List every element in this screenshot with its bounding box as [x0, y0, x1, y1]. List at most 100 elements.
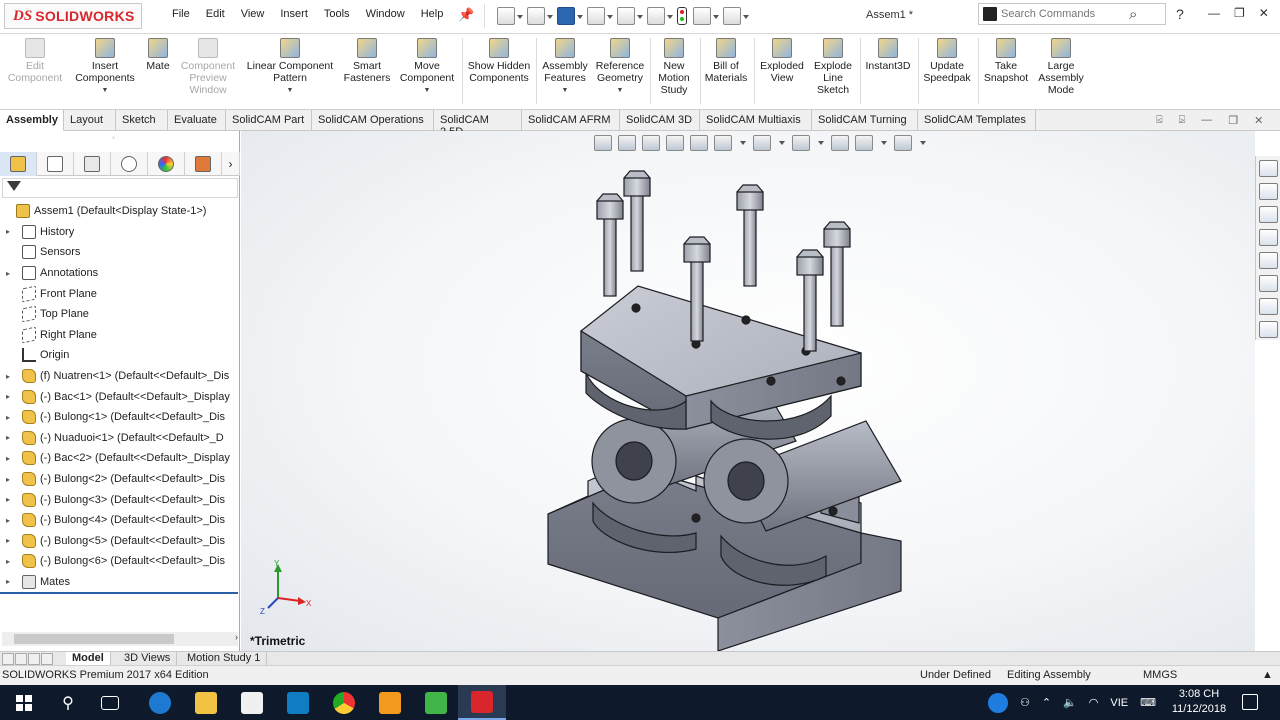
- expand-arrow-icon[interactable]: ▸: [6, 433, 16, 442]
- chevron-down-icon[interactable]: ▼: [424, 85, 431, 97]
- section-view-icon[interactable]: [666, 135, 684, 151]
- tree-item[interactable]: ▸ (-) Bulong<2> (Default<<Default>_Dis: [0, 469, 238, 490]
- save-icon[interactable]: [557, 7, 583, 25]
- menu-tools[interactable]: Tools: [316, 8, 358, 20]
- app-taskbar-button[interactable]: [274, 685, 322, 720]
- menu-window[interactable]: Window: [358, 8, 413, 20]
- component-preview-window-button[interactable]: Component Preview Window: [176, 38, 240, 96]
- linear-component-pattern-button[interactable]: Linear Component Pattern ▼: [244, 38, 336, 97]
- input-language[interactable]: VIE: [1110, 697, 1128, 709]
- pin-icon[interactable]: 📌: [458, 7, 474, 23]
- tab-dimxpertmanager[interactable]: [111, 152, 148, 176]
- store-taskbar-button[interactable]: [228, 685, 276, 720]
- menu-file[interactable]: File: [164, 8, 198, 20]
- tab-solidcam-3d[interactable]: SolidCAM 3D: [620, 110, 700, 131]
- expand-arrow-icon[interactable]: ▸: [6, 536, 16, 545]
- scroll-thumb[interactable]: [14, 634, 174, 644]
- menu-insert[interactable]: Insert: [272, 8, 316, 20]
- mate-button[interactable]: Mate: [142, 38, 174, 72]
- view-palette-icon[interactable]: [1259, 229, 1278, 246]
- tree-filter[interactable]: [2, 178, 238, 198]
- take-snapshot-button[interactable]: Take Snapshot: [980, 38, 1032, 84]
- tree-item[interactable]: ▸ (f) Nuatren<1> (Default<<Default>_Dis: [0, 366, 238, 387]
- custom-properties-icon[interactable]: [1259, 275, 1278, 292]
- expand-arrow-icon[interactable]: ▸: [6, 392, 16, 401]
- file-properties-icon[interactable]: [693, 7, 719, 25]
- edge-taskbar-button[interactable]: [136, 685, 184, 720]
- tree-item[interactable]: ▸ (-) Nuaduoi<1> (Default<<Default>_D: [0, 428, 238, 449]
- close-doc-icon[interactable]: ✕: [1254, 114, 1263, 127]
- tab-sketch[interactable]: Sketch: [116, 110, 168, 131]
- network-icon[interactable]: ◠: [1089, 696, 1099, 709]
- print-icon[interactable]: [587, 7, 613, 25]
- minimize-doc-icon[interactable]: —: [1201, 114, 1212, 127]
- tab-solidcam[interactable]: [185, 152, 222, 176]
- expand-arrow-icon[interactable]: ▸: [6, 227, 16, 236]
- zoom-to-area-icon[interactable]: [618, 135, 636, 151]
- tree-item[interactable]: ▸ (-) Bulong<5> (Default<<Default>_Dis: [0, 531, 238, 552]
- taskbar-search-button[interactable]: ⚲: [44, 685, 92, 720]
- open-icon[interactable]: [527, 7, 553, 25]
- previous-view-icon[interactable]: [642, 135, 660, 151]
- reference-geometry-button[interactable]: Reference Geometry ▼: [592, 38, 648, 97]
- tab-layout[interactable]: Layout: [64, 110, 116, 131]
- smart-fasteners-button[interactable]: Smart Fasteners: [340, 38, 394, 84]
- menu-view[interactable]: View: [233, 8, 273, 20]
- instant3d-button[interactable]: Instant3D: [862, 38, 914, 72]
- design-library-icon[interactable]: [1259, 183, 1278, 200]
- tab-propertymanager[interactable]: [37, 152, 74, 176]
- task-view-button[interactable]: [86, 685, 134, 720]
- tab-displaymanager[interactable]: [148, 152, 185, 176]
- tab-model[interactable]: Model: [66, 652, 111, 666]
- insert-components-button[interactable]: Insert Components ▼: [72, 38, 138, 97]
- options-gear-icon[interactable]: [723, 7, 749, 25]
- forum-icon[interactable]: [1259, 321, 1278, 338]
- upper-block[interactable]: [580, 285, 862, 440]
- expand-arrow-icon[interactable]: ▸: [6, 475, 16, 484]
- minimize-button[interactable]: —: [1208, 6, 1220, 20]
- zoom-to-fit-icon[interactable]: [594, 135, 612, 151]
- tree-item[interactable]: Assem1 (Default<Display State-1>): [0, 201, 238, 222]
- explode-line-sketch-button[interactable]: Explode Line Sketch: [810, 38, 856, 96]
- tab-solidcam-templates[interactable]: SolidCAM Templates: [918, 110, 1036, 131]
- solidworks-logo[interactable]: DS SOLIDWORKS: [4, 3, 142, 29]
- tab-assembly[interactable]: Assembly: [0, 110, 64, 131]
- chevron-down-icon[interactable]: [777, 135, 786, 151]
- help-icon[interactable]: ?: [1176, 6, 1184, 22]
- select-cursor-icon[interactable]: [647, 7, 673, 25]
- menu-help[interactable]: Help: [413, 8, 452, 20]
- display-style-icon[interactable]: [753, 135, 771, 151]
- tree-item[interactable]: ▸ (-) Bac<2> (Default<<Default>_Display: [0, 448, 238, 469]
- home-icon[interactable]: [1259, 160, 1278, 177]
- scroll-right-arrow-icon[interactable]: ›: [235, 632, 238, 642]
- chevron-down-icon[interactable]: ▼: [562, 85, 569, 97]
- dynamic-annotation-icon[interactable]: [690, 135, 708, 151]
- keyboard-icon[interactable]: ⌨: [1140, 696, 1156, 709]
- undo-icon[interactable]: [617, 7, 643, 25]
- chevron-down-icon[interactable]: ▼: [102, 85, 109, 97]
- close-button[interactable]: ✕: [1259, 6, 1269, 20]
- update-speedpak-button[interactable]: Update Speedpak: [920, 38, 974, 84]
- appearances-icon[interactable]: [1259, 252, 1278, 269]
- menu-edit[interactable]: Edit: [198, 8, 233, 20]
- chevron-down-icon[interactable]: [918, 135, 927, 151]
- tree-item[interactable]: ▸ (-) Bulong<6> (Default<<Default>_Dis: [0, 551, 238, 572]
- first-tab-icon[interactable]: [2, 653, 14, 665]
- start-button[interactable]: [0, 685, 48, 720]
- status-expand-icon[interactable]: ▲: [1262, 669, 1273, 681]
- chrome-taskbar-button[interactable]: [320, 685, 368, 720]
- last-tab-icon[interactable]: [41, 653, 53, 665]
- chevron-down-icon[interactable]: [738, 135, 747, 151]
- tree-item[interactable]: ▸ (-) Bac<1> (Default<<Default>_Display: [0, 386, 238, 407]
- file-explorer-icon[interactable]: [1259, 206, 1278, 223]
- tree-item[interactable]: Origin: [0, 345, 238, 366]
- tree-item[interactable]: Top Plane: [0, 304, 238, 325]
- action-center-icon[interactable]: [1242, 694, 1258, 710]
- rollback-bar[interactable]: [0, 592, 238, 594]
- rebuild-traffic-light-icon[interactable]: [677, 7, 687, 25]
- panel-grip-icon[interactable]: ◦: [112, 133, 120, 142]
- next-tab-icon[interactable]: [28, 653, 40, 665]
- file-explorer-taskbar-button[interactable]: [182, 685, 230, 720]
- chevron-down-icon[interactable]: [879, 135, 888, 151]
- assembly-features-button[interactable]: Assembly Features ▼: [540, 38, 590, 97]
